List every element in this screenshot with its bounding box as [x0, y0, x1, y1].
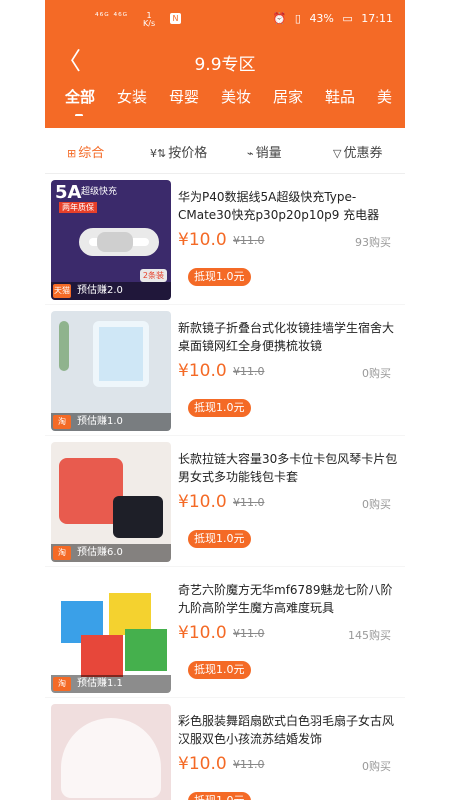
sold-count: 0购买 — [362, 498, 391, 511]
category-tabs: 全部 女装 母婴 美妆 居家 鞋品 美 — [45, 86, 405, 116]
product-card[interactable]: 预估赚6.0 淘 长款拉链大容量30多卡位卡包风琴卡片包男女式多功能钱包卡套 ¥… — [45, 436, 405, 566]
battery-level: 43% — [309, 12, 334, 25]
clock: 17:11 — [361, 12, 393, 25]
product-card[interactable]: 预估赚1.0 淘 新款镜子折叠台式化妆镜挂墙学生宿舍大桌面镜网红全身便携梳妆镜 … — [45, 305, 405, 435]
tab-shoes[interactable]: 鞋品 — [325, 86, 355, 107]
product-card[interactable]: 预估赚1.1 淘 奇艺六阶魔方无华mf6789魅龙七阶八阶九阶高阶学生魔方高难度… — [45, 567, 405, 697]
tab-baby[interactable]: 母婴 — [169, 86, 199, 107]
tab-all[interactable]: 全部 — [65, 86, 95, 107]
status-bar: ⁴⁶ᴳ ⁴⁶ᴳ 1 K/s N ⏰ ▯ 43% ▭ 17:11 — [45, 8, 405, 32]
page-title: 9.9专区 — [194, 55, 256, 75]
network-speed: 1 K/s — [143, 11, 156, 28]
tab-home[interactable]: 居家 — [273, 86, 303, 107]
coupon-badge[interactable]: 抵现1.0元 — [188, 792, 251, 800]
sort-bar: ⊞ 综合 ¥⇅ 按价格 ⌁ 销量 ▽ 优惠券 — [45, 128, 405, 174]
product-price: ¥10.0 — [178, 230, 227, 250]
product-image: 预估赚1.1 淘 — [51, 573, 171, 693]
coupon-badge[interactable]: 抵现1.0元 — [188, 268, 251, 286]
header: ⁴⁶ᴳ ⁴⁶ᴳ 1 K/s N ⏰ ▯ 43% ▭ 17:11 〈 9.9专区 … — [45, 0, 405, 128]
network-indicator: ⁴⁶ᴳ ⁴⁶ᴳ — [95, 12, 129, 22]
sold-count: 0购买 — [362, 760, 391, 773]
product-price: ¥10.0 — [178, 492, 227, 512]
product-title: 彩色服装舞蹈扇欧式白色羽毛扇子女古风汉服双色小孩流苏结婚发饰 — [178, 714, 395, 746]
sold-count: 0购买 — [362, 367, 391, 380]
product-list: 5A 超级快充 两年质保 2条装 预估赚2.0 天猫 华为P40数据线5A超级快… — [45, 174, 405, 800]
sort-price[interactable]: ¥⇅ 按价格 — [150, 142, 207, 161]
trend-icon: ⌁ — [247, 147, 254, 160]
product-price: ¥10.0 — [178, 361, 227, 381]
product-title: 奇艺六阶魔方无华mf6789魅龙七阶八阶九阶高阶学生魔方高难度玩具 — [178, 583, 393, 615]
tab-women[interactable]: 女装 — [117, 86, 147, 107]
sort-comprehensive[interactable]: ⊞ 综合 — [67, 142, 104, 161]
original-price: ¥11.0 — [233, 496, 265, 509]
nfc-icon: N — [170, 13, 181, 24]
status-right: ⏰ ▯ 43% ▭ 17:11 — [268, 12, 393, 25]
product-card[interactable]: 彩色服装舞蹈扇欧式白色羽毛扇子女古风汉服双色小孩流苏结婚发饰 ¥10.0 ¥11… — [45, 698, 405, 800]
tab-beauty[interactable]: 美妆 — [221, 86, 251, 107]
app-frame: ⁴⁶ᴳ ⁴⁶ᴳ 1 K/s N ⏰ ▯ 43% ▭ 17:11 〈 9.9专区 … — [45, 0, 405, 800]
tab-underline — [75, 114, 83, 116]
grid-icon: ⊞ — [67, 147, 77, 160]
platform-badge: 天猫 — [53, 284, 71, 298]
original-price: ¥11.0 — [233, 627, 265, 640]
filter-icon: ▽ — [333, 147, 342, 160]
platform-badge: 淘 — [53, 415, 71, 429]
product-card[interactable]: 5A 超级快充 两年质保 2条装 预估赚2.0 天猫 华为P40数据线5A超级快… — [45, 174, 405, 304]
coupon-badge[interactable]: 抵现1.0元 — [188, 399, 251, 417]
yen-sort-icon: ¥⇅ — [150, 147, 167, 160]
product-title: 华为P40数据线5A超级快充Type-CMate30快充p30p20p10p9 … — [178, 190, 380, 222]
product-image — [51, 704, 171, 800]
platform-badge: 淘 — [53, 546, 71, 560]
sold-count: 145购买 — [348, 629, 391, 642]
original-price: ¥11.0 — [233, 758, 265, 771]
sort-coupon[interactable]: ▽ 优惠券 — [333, 142, 382, 161]
battery-icon: ▭ — [342, 12, 353, 25]
sold-count: 93购买 — [355, 236, 391, 249]
product-title: 长款拉链大容量30多卡位卡包风琴卡片包男女式多功能钱包卡套 — [178, 452, 398, 484]
product-title: 新款镜子折叠台式化妆镜挂墙学生宿舍大桌面镜网红全身便携梳妆镜 — [178, 321, 395, 353]
alarm-icon: ⏰ — [272, 12, 287, 25]
product-image: 预估赚1.0 淘 — [51, 311, 171, 431]
product-price: ¥10.0 — [178, 623, 227, 643]
product-image: 5A 超级快充 两年质保 2条装 预估赚2.0 天猫 — [51, 180, 171, 300]
product-price: ¥10.0 — [178, 754, 227, 774]
vibrate-icon: ▯ — [294, 12, 301, 25]
sort-sales[interactable]: ⌁ 销量 — [247, 142, 282, 161]
platform-badge: 淘 — [53, 677, 71, 691]
original-price: ¥11.0 — [233, 365, 265, 378]
coupon-badge[interactable]: 抵现1.0元 — [188, 661, 251, 679]
tab-more[interactable]: 美 — [377, 86, 392, 107]
product-image: 预估赚6.0 淘 — [51, 442, 171, 562]
original-price: ¥11.0 — [233, 234, 265, 247]
coupon-badge[interactable]: 抵现1.0元 — [188, 530, 251, 548]
